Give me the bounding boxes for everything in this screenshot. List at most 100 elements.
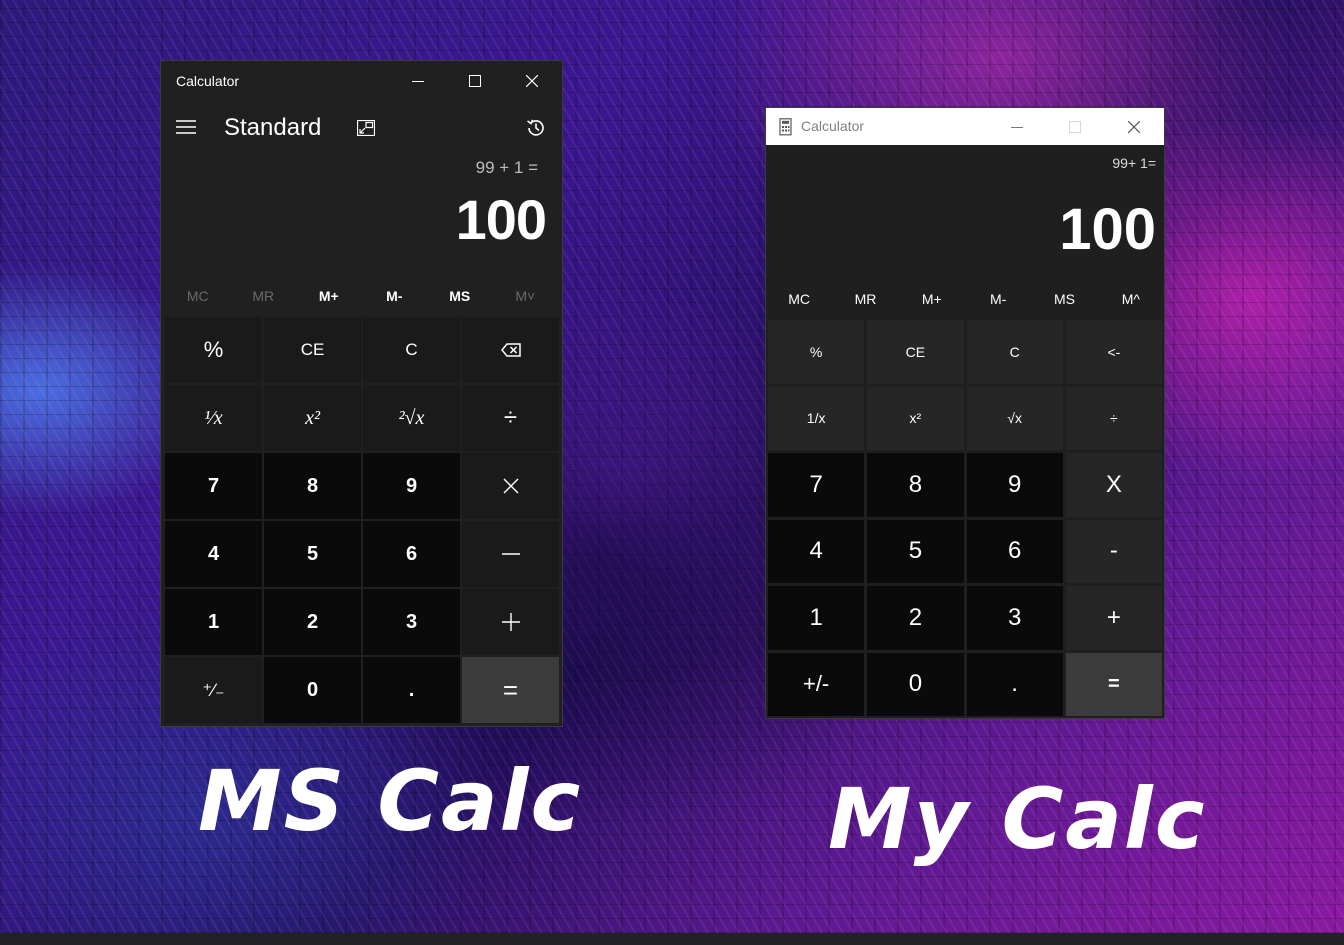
my-negate-button[interactable]: +/- (768, 652, 865, 716)
plus-icon (501, 613, 520, 631)
ms-plus-button[interactable] (462, 589, 559, 655)
ms-equals-button[interactable]: = (462, 657, 559, 723)
minimize-icon (1011, 126, 1023, 128)
my-result-display: 100 (1059, 197, 1156, 262)
my-title-bar[interactable]: Calculator (766, 108, 1164, 145)
my-six-button[interactable]: 6 (966, 519, 1063, 583)
my-reciprocal-button[interactable]: 1/x (768, 386, 865, 450)
my-four-button[interactable]: 4 (768, 519, 865, 583)
ms-reciprocal-button[interactable]: ¹⁄x (165, 385, 262, 451)
my-minus-button[interactable]: - (1065, 519, 1162, 583)
ms-memory-clear-button[interactable]: MC (165, 280, 231, 312)
backspace-icon (500, 343, 521, 357)
my-eight-button[interactable]: 8 (867, 453, 964, 517)
caption-ms-calc: MS Calc (198, 752, 583, 850)
ms-square-button[interactable]: x² (264, 385, 361, 451)
taskbar-edge (0, 933, 1344, 945)
ms-two-button[interactable]: 2 (264, 589, 361, 655)
ms-memory-recall-button[interactable]: MR (231, 280, 297, 312)
ms-zero-button[interactable]: 0 (264, 657, 361, 723)
multiply-icon (503, 478, 518, 494)
my-zero-button[interactable]: 0 (867, 652, 964, 716)
my-maximize-button[interactable] (1047, 108, 1103, 145)
my-clear-entry-button[interactable]: CE (867, 320, 964, 384)
hamburger-menu-icon (176, 120, 196, 134)
my-nine-button[interactable]: 9 (966, 453, 1063, 517)
ms-clear-entry-button[interactable]: CE (264, 317, 361, 383)
ms-one-button[interactable]: 1 (165, 589, 262, 655)
my-decimal-button[interactable]: . (966, 652, 1063, 716)
maximize-icon (1069, 120, 1081, 133)
ms-title-bar[interactable]: Calculator (161, 61, 562, 101)
ms-nine-button[interactable]: 9 (363, 453, 460, 519)
my-two-button[interactable]: 2 (867, 586, 964, 650)
calculator-app-icon (779, 118, 792, 136)
ms-memory-store-button[interactable]: MS (427, 280, 493, 312)
ms-percent-button[interactable]: % (165, 317, 262, 383)
my-divide-button[interactable]: ÷ (1065, 386, 1162, 450)
ms-maximize-button[interactable] (447, 61, 503, 101)
ms-keep-on-top-button[interactable] (351, 113, 381, 143)
ms-six-button[interactable]: 6 (363, 521, 460, 587)
my-three-button[interactable]: 3 (966, 586, 1063, 650)
my-keypad: % CE C <- 1/x x² √x ÷ 7 8 9 X 4 5 6 - 1 … (768, 320, 1162, 716)
ms-clear-button[interactable]: C (363, 317, 460, 383)
my-five-button[interactable]: 5 (867, 519, 964, 583)
ms-memory-row: MC MR M+ M- MS M˅ (165, 280, 558, 312)
minus-icon (501, 553, 520, 555)
ms-memory-add-button[interactable]: M+ (296, 280, 362, 312)
my-minimize-button[interactable] (989, 108, 1045, 145)
my-one-button[interactable]: 1 (768, 586, 865, 650)
ms-eight-button[interactable]: 8 (264, 453, 361, 519)
my-memory-clear-button[interactable]: MC (766, 282, 832, 316)
ms-keypad: % CE C ¹⁄x x² ²√x ÷ 7 8 9 4 5 6 1 2 3 ⁺∕… (165, 317, 559, 723)
caption-my-calc: My Calc (828, 770, 1207, 868)
my-sqrt-button[interactable]: √x (966, 386, 1063, 450)
my-clear-button[interactable]: C (966, 320, 1063, 384)
ms-header: Standard (161, 107, 562, 147)
ms-sqrt-button[interactable]: ²√x (363, 385, 460, 451)
my-window-title: Calculator (801, 118, 865, 134)
ms-negate-button[interactable]: ⁺∕₋ (165, 657, 262, 723)
ms-three-button[interactable]: 3 (363, 589, 460, 655)
ms-minus-button[interactable] (462, 521, 559, 587)
close-icon (526, 75, 538, 87)
my-memory-recall-button[interactable]: MR (832, 282, 898, 316)
ms-result-display: 100 (455, 188, 547, 251)
ms-decimal-button[interactable]: . (363, 657, 460, 723)
ms-window-title: Calculator (176, 73, 240, 89)
my-memory-list-button[interactable]: M^ (1098, 282, 1164, 316)
ms-mode-title: Standard (224, 114, 322, 141)
ms-backspace-button[interactable] (462, 317, 559, 383)
my-calculator-window: Calculator 99+ 1= 100 MC MR M+ M- MS M^ … (766, 108, 1164, 718)
my-backspace-button[interactable]: <- (1065, 320, 1162, 384)
ms-square-label: x² (305, 406, 320, 429)
ms-calculator-window: Calculator Standard 99 + 1 = 100 MC MR M… (161, 61, 562, 726)
ms-divide-button[interactable]: ÷ (462, 385, 559, 451)
my-plus-button[interactable]: + (1065, 586, 1162, 650)
my-expression-display: 99+ 1= (1112, 155, 1156, 171)
ms-memory-subtract-button[interactable]: M- (362, 280, 428, 312)
my-percent-button[interactable]: % (768, 320, 865, 384)
ms-expression-display: 99 + 1 = (475, 158, 538, 177)
ms-five-button[interactable]: 5 (264, 521, 361, 587)
my-square-button[interactable]: x² (867, 386, 964, 450)
ms-reciprocal-label: ¹⁄x (204, 406, 223, 429)
ms-memory-list-button[interactable]: M˅ (493, 280, 559, 312)
ms-four-button[interactable]: 4 (165, 521, 262, 587)
ms-navigation-button[interactable] (171, 109, 201, 145)
ms-seven-button[interactable]: 7 (165, 453, 262, 519)
minimize-icon (412, 81, 424, 82)
my-multiply-button[interactable]: X (1065, 453, 1162, 517)
ms-history-button[interactable] (521, 113, 551, 143)
my-seven-button[interactable]: 7 (768, 453, 865, 517)
my-memory-subtract-button[interactable]: M- (965, 282, 1031, 316)
my-equals-button[interactable]: = (1065, 652, 1162, 716)
my-memory-add-button[interactable]: M+ (899, 282, 965, 316)
ms-close-button[interactable] (504, 61, 560, 101)
ms-multiply-button[interactable] (462, 453, 559, 519)
my-memory-row: MC MR M+ M- MS M^ (766, 282, 1164, 316)
ms-minimize-button[interactable] (390, 61, 446, 101)
my-memory-store-button[interactable]: MS (1031, 282, 1097, 316)
my-close-button[interactable] (1106, 108, 1162, 145)
